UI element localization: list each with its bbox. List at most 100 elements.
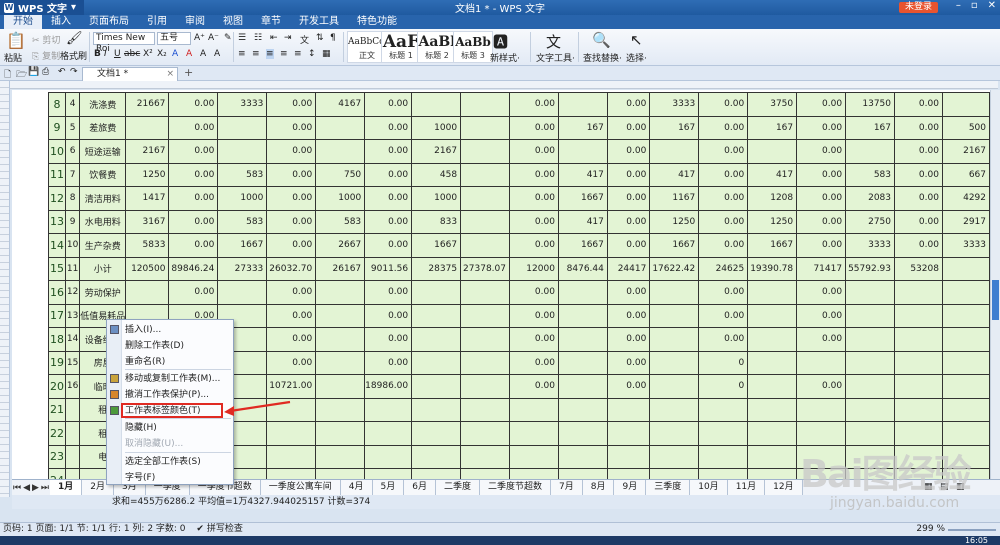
- table-cell[interactable]: 583: [315, 209, 366, 234]
- table-cell[interactable]: [747, 444, 798, 469]
- table-cell[interactable]: 1167: [649, 186, 700, 211]
- sheet-tab[interactable]: 三季度: [646, 480, 691, 495]
- row-header[interactable]: 11: [48, 162, 66, 187]
- table-cell[interactable]: 0.00: [364, 115, 413, 140]
- serial-cell[interactable]: [64, 421, 81, 446]
- context-menu-item[interactable]: 撤消工作表保护(P)...: [125, 388, 209, 402]
- table-cell[interactable]: [217, 280, 268, 305]
- row-header[interactable]: 14: [48, 233, 66, 258]
- table-cell[interactable]: 0.00: [796, 209, 847, 234]
- table-cell[interactable]: [747, 303, 798, 328]
- table-cell[interactable]: [411, 374, 462, 399]
- table-cell[interactable]: [509, 444, 559, 469]
- sheet-tab[interactable]: 12月: [765, 480, 803, 495]
- table-cell[interactable]: [649, 397, 700, 422]
- row-header[interactable]: 15: [48, 256, 66, 281]
- table-cell[interactable]: [557, 303, 608, 328]
- row-header[interactable]: 22: [48, 421, 66, 446]
- close-tab-icon[interactable]: ×: [166, 68, 174, 80]
- menu-chapter[interactable]: 章节: [252, 15, 290, 29]
- paste-icon[interactable]: 📋: [6, 31, 26, 50]
- table-cell[interactable]: 3333: [941, 233, 990, 258]
- table-cell[interactable]: 0.00: [796, 233, 847, 258]
- table-cell[interactable]: [747, 139, 798, 164]
- table-cell[interactable]: 0.00: [606, 209, 651, 234]
- indent-icon[interactable]: ⇥: [284, 33, 292, 43]
- table-cell[interactable]: 0.00: [796, 115, 847, 140]
- maximize-icon[interactable]: ▫: [971, 0, 978, 11]
- table-cell[interactable]: [649, 139, 700, 164]
- table-cell[interactable]: 3333: [217, 92, 268, 117]
- row-header[interactable]: 19: [48, 350, 66, 375]
- table-cell[interactable]: 0.00: [168, 162, 219, 187]
- text-tools-icon[interactable]: 文: [546, 31, 561, 52]
- table-cell[interactable]: 0.00: [364, 162, 413, 187]
- table-cell[interactable]: [941, 468, 990, 479]
- table-cell[interactable]: 0.00: [364, 280, 413, 305]
- minimize-icon[interactable]: –: [956, 0, 961, 11]
- clear-format-icon[interactable]: ✎: [224, 33, 232, 43]
- select-button[interactable]: 选择·: [626, 51, 647, 64]
- table-cell[interactable]: [460, 303, 510, 328]
- table-cell[interactable]: 3333: [845, 233, 896, 258]
- item-name-cell[interactable]: 劳动保护: [79, 280, 127, 305]
- table-cell[interactable]: [411, 421, 462, 446]
- copy-button[interactable]: ⎘ 复制: [32, 49, 60, 62]
- table-cell[interactable]: [747, 350, 798, 375]
- sheet-tab[interactable]: 1月: [50, 480, 83, 495]
- format-painter-icon[interactable]: 🖌: [66, 31, 83, 46]
- prev-sheet-icon[interactable]: ◀: [23, 483, 30, 493]
- table-cell[interactable]: 0.00: [698, 327, 749, 352]
- table-cell[interactable]: 0.00: [266, 350, 317, 375]
- table-cell[interactable]: 417: [557, 209, 608, 234]
- table-cell[interactable]: 0.00: [509, 92, 559, 117]
- table-cell[interactable]: [941, 280, 990, 305]
- table-cell[interactable]: [557, 327, 608, 352]
- table-cell[interactable]: 167: [557, 115, 608, 140]
- serial-cell[interactable]: 8: [64, 186, 81, 211]
- table-cell[interactable]: [217, 139, 268, 164]
- table-cell[interactable]: 583: [217, 162, 268, 187]
- table-cell[interactable]: [845, 468, 896, 479]
- table-cell[interactable]: [845, 280, 896, 305]
- table-cell[interactable]: 0.00: [364, 350, 413, 375]
- table-cell[interactable]: 0.00: [606, 233, 651, 258]
- row-header[interactable]: 12: [48, 186, 66, 211]
- item-name-cell[interactable]: 差旅费: [79, 115, 127, 140]
- table-cell[interactable]: [894, 374, 943, 399]
- table-cell[interactable]: [845, 421, 896, 446]
- sheet-tab[interactable]: 10月: [690, 480, 728, 495]
- table-cell[interactable]: [125, 115, 170, 140]
- table-cell[interactable]: [747, 280, 798, 305]
- table-cell[interactable]: 167: [845, 115, 896, 140]
- table-cell[interactable]: 0.00: [364, 303, 413, 328]
- table-cell[interactable]: [266, 421, 317, 446]
- table-cell[interactable]: 0.00: [509, 162, 559, 187]
- table-cell[interactable]: 1667: [217, 233, 268, 258]
- row-header[interactable]: 20: [48, 374, 66, 399]
- char-border-icon[interactable]: A: [200, 49, 206, 59]
- menu-references[interactable]: 引用: [138, 15, 176, 29]
- table-cell[interactable]: 4292: [941, 186, 990, 211]
- table-cell[interactable]: 0.00: [796, 139, 847, 164]
- table-cell[interactable]: 0.00: [796, 186, 847, 211]
- bold-icon[interactable]: B: [94, 49, 101, 59]
- table-cell[interactable]: [941, 303, 990, 328]
- table-cell[interactable]: 0.00: [364, 233, 413, 258]
- table-cell[interactable]: 89846.24: [168, 256, 219, 281]
- table-cell[interactable]: 0.00: [698, 139, 749, 164]
- serial-cell[interactable]: [64, 444, 81, 469]
- show-marks-icon[interactable]: ¶: [330, 33, 336, 43]
- table-cell[interactable]: [509, 421, 559, 446]
- table-cell[interactable]: [698, 421, 749, 446]
- table-cell[interactable]: 0.00: [606, 115, 651, 140]
- table-cell[interactable]: 8476.44: [557, 256, 608, 281]
- table-cell[interactable]: [845, 139, 896, 164]
- table-cell[interactable]: 0.00: [509, 186, 559, 211]
- table-cell[interactable]: [315, 139, 366, 164]
- serial-cell[interactable]: [64, 397, 81, 422]
- table-cell[interactable]: [747, 374, 798, 399]
- table-cell[interactable]: [941, 256, 990, 281]
- first-sheet-icon[interactable]: ⏮: [13, 483, 21, 493]
- context-menu-item[interactable]: 插入(I)...: [125, 323, 161, 337]
